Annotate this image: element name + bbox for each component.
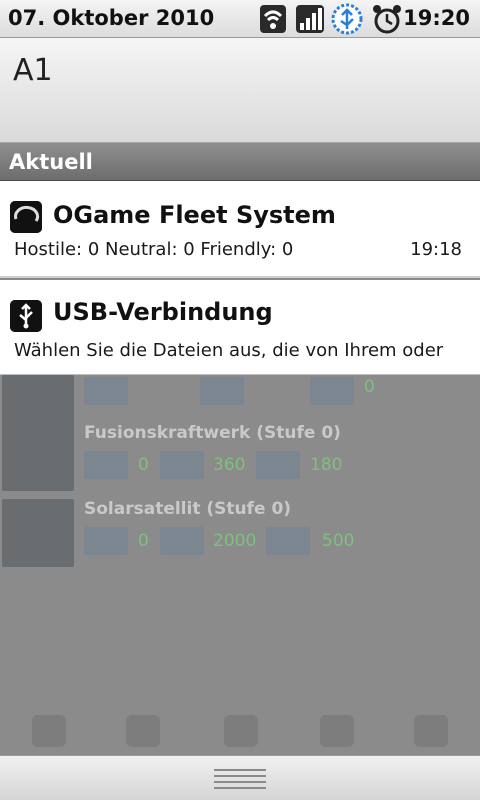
bg-value: 360 (213, 455, 246, 475)
nav-buildings-icon (224, 715, 258, 747)
usb-debug-icon (331, 3, 363, 35)
nav-research-icon (320, 715, 354, 747)
metal-icon (84, 377, 128, 405)
carrier-label: A1 (13, 53, 53, 88)
nav-defense-icon (414, 715, 448, 747)
crystal-icon (160, 451, 204, 479)
notification-time: 19:18 (410, 239, 462, 260)
carrier-panel: A1 (0, 38, 480, 143)
bg-building-thumb (2, 423, 74, 491)
bg-row: Solarsatellit (Stufe 0) 0 2000 500 (0, 495, 480, 571)
bg-title: Fusionskraftwerk (Stufe 0) (84, 423, 341, 443)
notification-usb[interactable]: USB-Verbindung Wählen Sie die Dateien au… (0, 280, 480, 375)
nav-overview-icon (32, 715, 66, 747)
section-header: Aktuell (0, 143, 480, 181)
status-bar[interactable]: 07. Oktober 2010 19:20 (0, 0, 480, 38)
bg-building-thumb (2, 499, 74, 567)
deuterium-icon (310, 377, 354, 405)
status-date: 07. Oktober 2010 (8, 6, 215, 30)
notification-text: Hostile: 0 Neutral: 0 Friendly: 0 (14, 239, 294, 260)
shade-handle[interactable] (0, 755, 480, 800)
notification-title: OGame Fleet System (53, 201, 336, 229)
grip-icon (214, 769, 266, 789)
bg-title: Solarsatellit (Stufe 0) (84, 499, 292, 519)
signal-icon (294, 3, 324, 35)
crystal-icon (160, 527, 204, 555)
nav-fleet-icon (126, 715, 160, 747)
notification-title: USB-Verbindung (53, 298, 273, 326)
bg-value: 500 (322, 531, 355, 551)
deuterium-icon (256, 451, 300, 479)
notification-ogame[interactable]: OGame Fleet System Hostile: 0 Neutral: 0… (0, 181, 480, 278)
ogame-icon (10, 201, 42, 233)
wifi-icon (258, 3, 288, 35)
crystal-icon (200, 377, 244, 405)
bg-value: 0 (138, 455, 149, 475)
usb-icon (10, 300, 42, 332)
notification-text: Wählen Sie die Dateien aus, die von Ihre… (14, 340, 444, 361)
bg-value: 2000 (213, 531, 257, 551)
bg-row: Fusionskraftwerk (Stufe 0) 0 360 180 (0, 419, 480, 495)
bg-value: 0 (138, 531, 149, 551)
background-app: 0 Fusionskraftwerk (Stufe 0) 0 360 180 S… (0, 375, 480, 755)
deuterium-icon (266, 527, 310, 555)
alarm-icon (371, 3, 401, 35)
section-label: Aktuell (9, 150, 93, 174)
bg-value: 0 (364, 377, 375, 397)
metal-icon (84, 451, 128, 479)
bg-value: 180 (310, 455, 343, 475)
metal-icon (84, 527, 128, 555)
status-time: 19:20 (403, 6, 470, 30)
